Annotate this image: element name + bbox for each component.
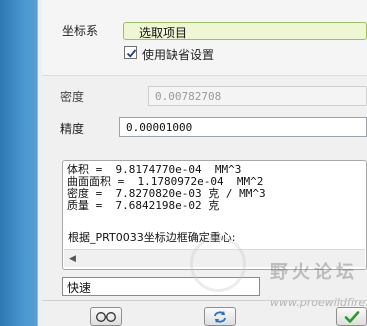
watermark-text: 野火论坛 — [270, 262, 358, 283]
watermark-logo — [190, 236, 246, 292]
repeat-icon — [214, 310, 226, 323]
use-default-checkbox[interactable] — [124, 46, 137, 59]
results-lines: 体积 = 9.8174770e-04 MM^3 曲面面积 = 1.1780972… — [67, 164, 266, 212]
use-default-label: 使用缺省设置 — [142, 48, 215, 62]
result-mass: 质量 = 7.6842198e-02 克 — [67, 199, 220, 212]
scroll-left-icon[interactable]: ◀ — [69, 254, 76, 264]
coordinate-system-selector[interactable]: 选取项目 — [123, 22, 367, 40]
glasses-icon — [96, 311, 116, 322]
precision-field[interactable]: 0.00001000 — [119, 117, 367, 137]
density-label: 密度 — [60, 90, 85, 104]
preview-button[interactable] — [90, 307, 122, 326]
coordinate-system-label: 坐标系 — [62, 24, 99, 38]
precision-label: 精度 — [60, 122, 85, 136]
mass-properties-panel: 坐标系 选取项目 使用缺省设置 密度 0.00782708 精度 0.00001… — [42, 0, 367, 326]
checkmark-icon — [126, 49, 137, 58]
density-field[interactable]: 0.00782708 — [148, 86, 367, 106]
bottom-divider — [42, 300, 367, 301]
ok-button[interactable] — [336, 307, 367, 326]
checkmark-icon — [344, 310, 359, 323]
repeat-button[interactable] — [204, 307, 236, 326]
sidebar-strip — [0, 0, 42, 326]
